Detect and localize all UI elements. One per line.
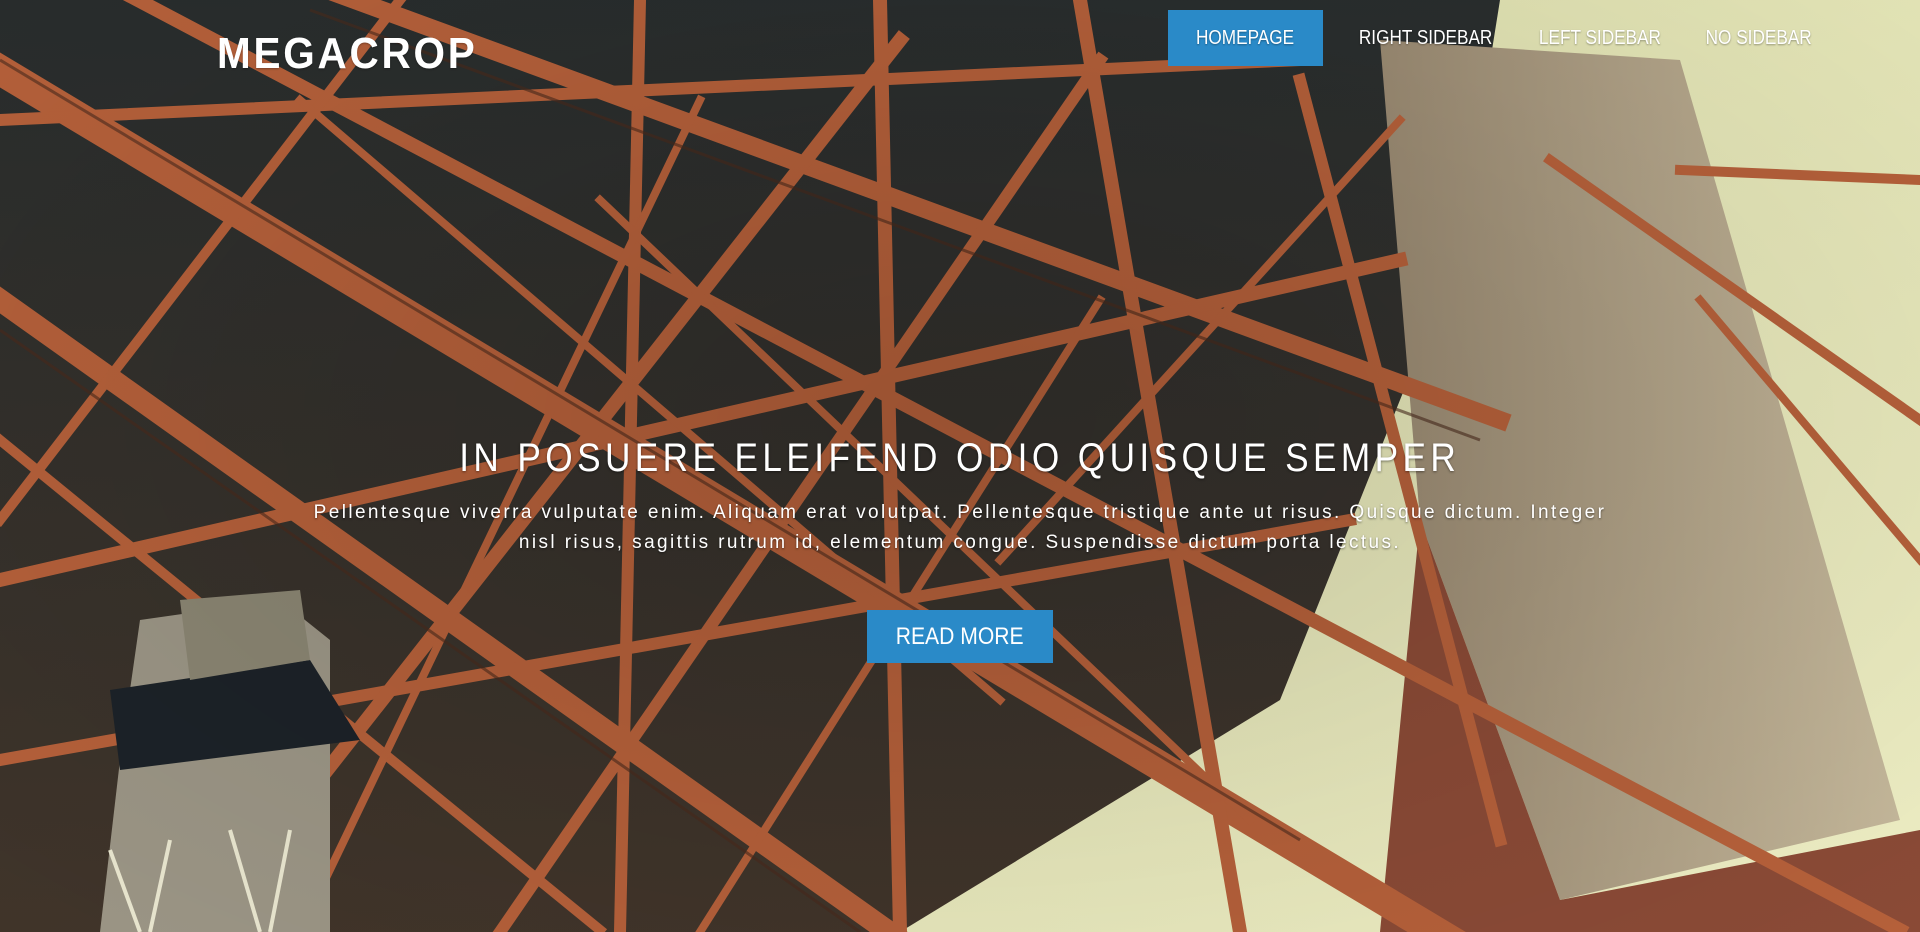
hero-title: IN POSUERE ELEIFEND ODIO QUISQUE SEMPER xyxy=(459,436,1461,480)
nav-item-homepage[interactable]: HOMEPAGE xyxy=(1168,10,1323,66)
hero-description: Pellentesque viverra vulputate enim. Ali… xyxy=(313,502,1607,553)
top-navigation: MEGACROP HOMEPAGE RIGHT SIDEBAR LEFT SID… xyxy=(0,0,1920,80)
hero-section: MEGACROP HOMEPAGE RIGHT SIDEBAR LEFT SID… xyxy=(0,0,1920,932)
main-menu: HOMEPAGE RIGHT SIDEBAR LEFT SIDEBAR NO S… xyxy=(1168,10,1833,66)
nav-item-no-sidebar[interactable]: NO SIDEBAR xyxy=(1695,10,1823,66)
nav-item-left-sidebar[interactable]: LEFT SIDEBAR xyxy=(1528,10,1672,66)
nav-item-right-sidebar[interactable]: RIGHT SIDEBAR xyxy=(1348,10,1504,66)
read-more-button[interactable]: READ MORE xyxy=(867,610,1053,663)
site-logo[interactable]: MEGACROP xyxy=(217,28,477,80)
